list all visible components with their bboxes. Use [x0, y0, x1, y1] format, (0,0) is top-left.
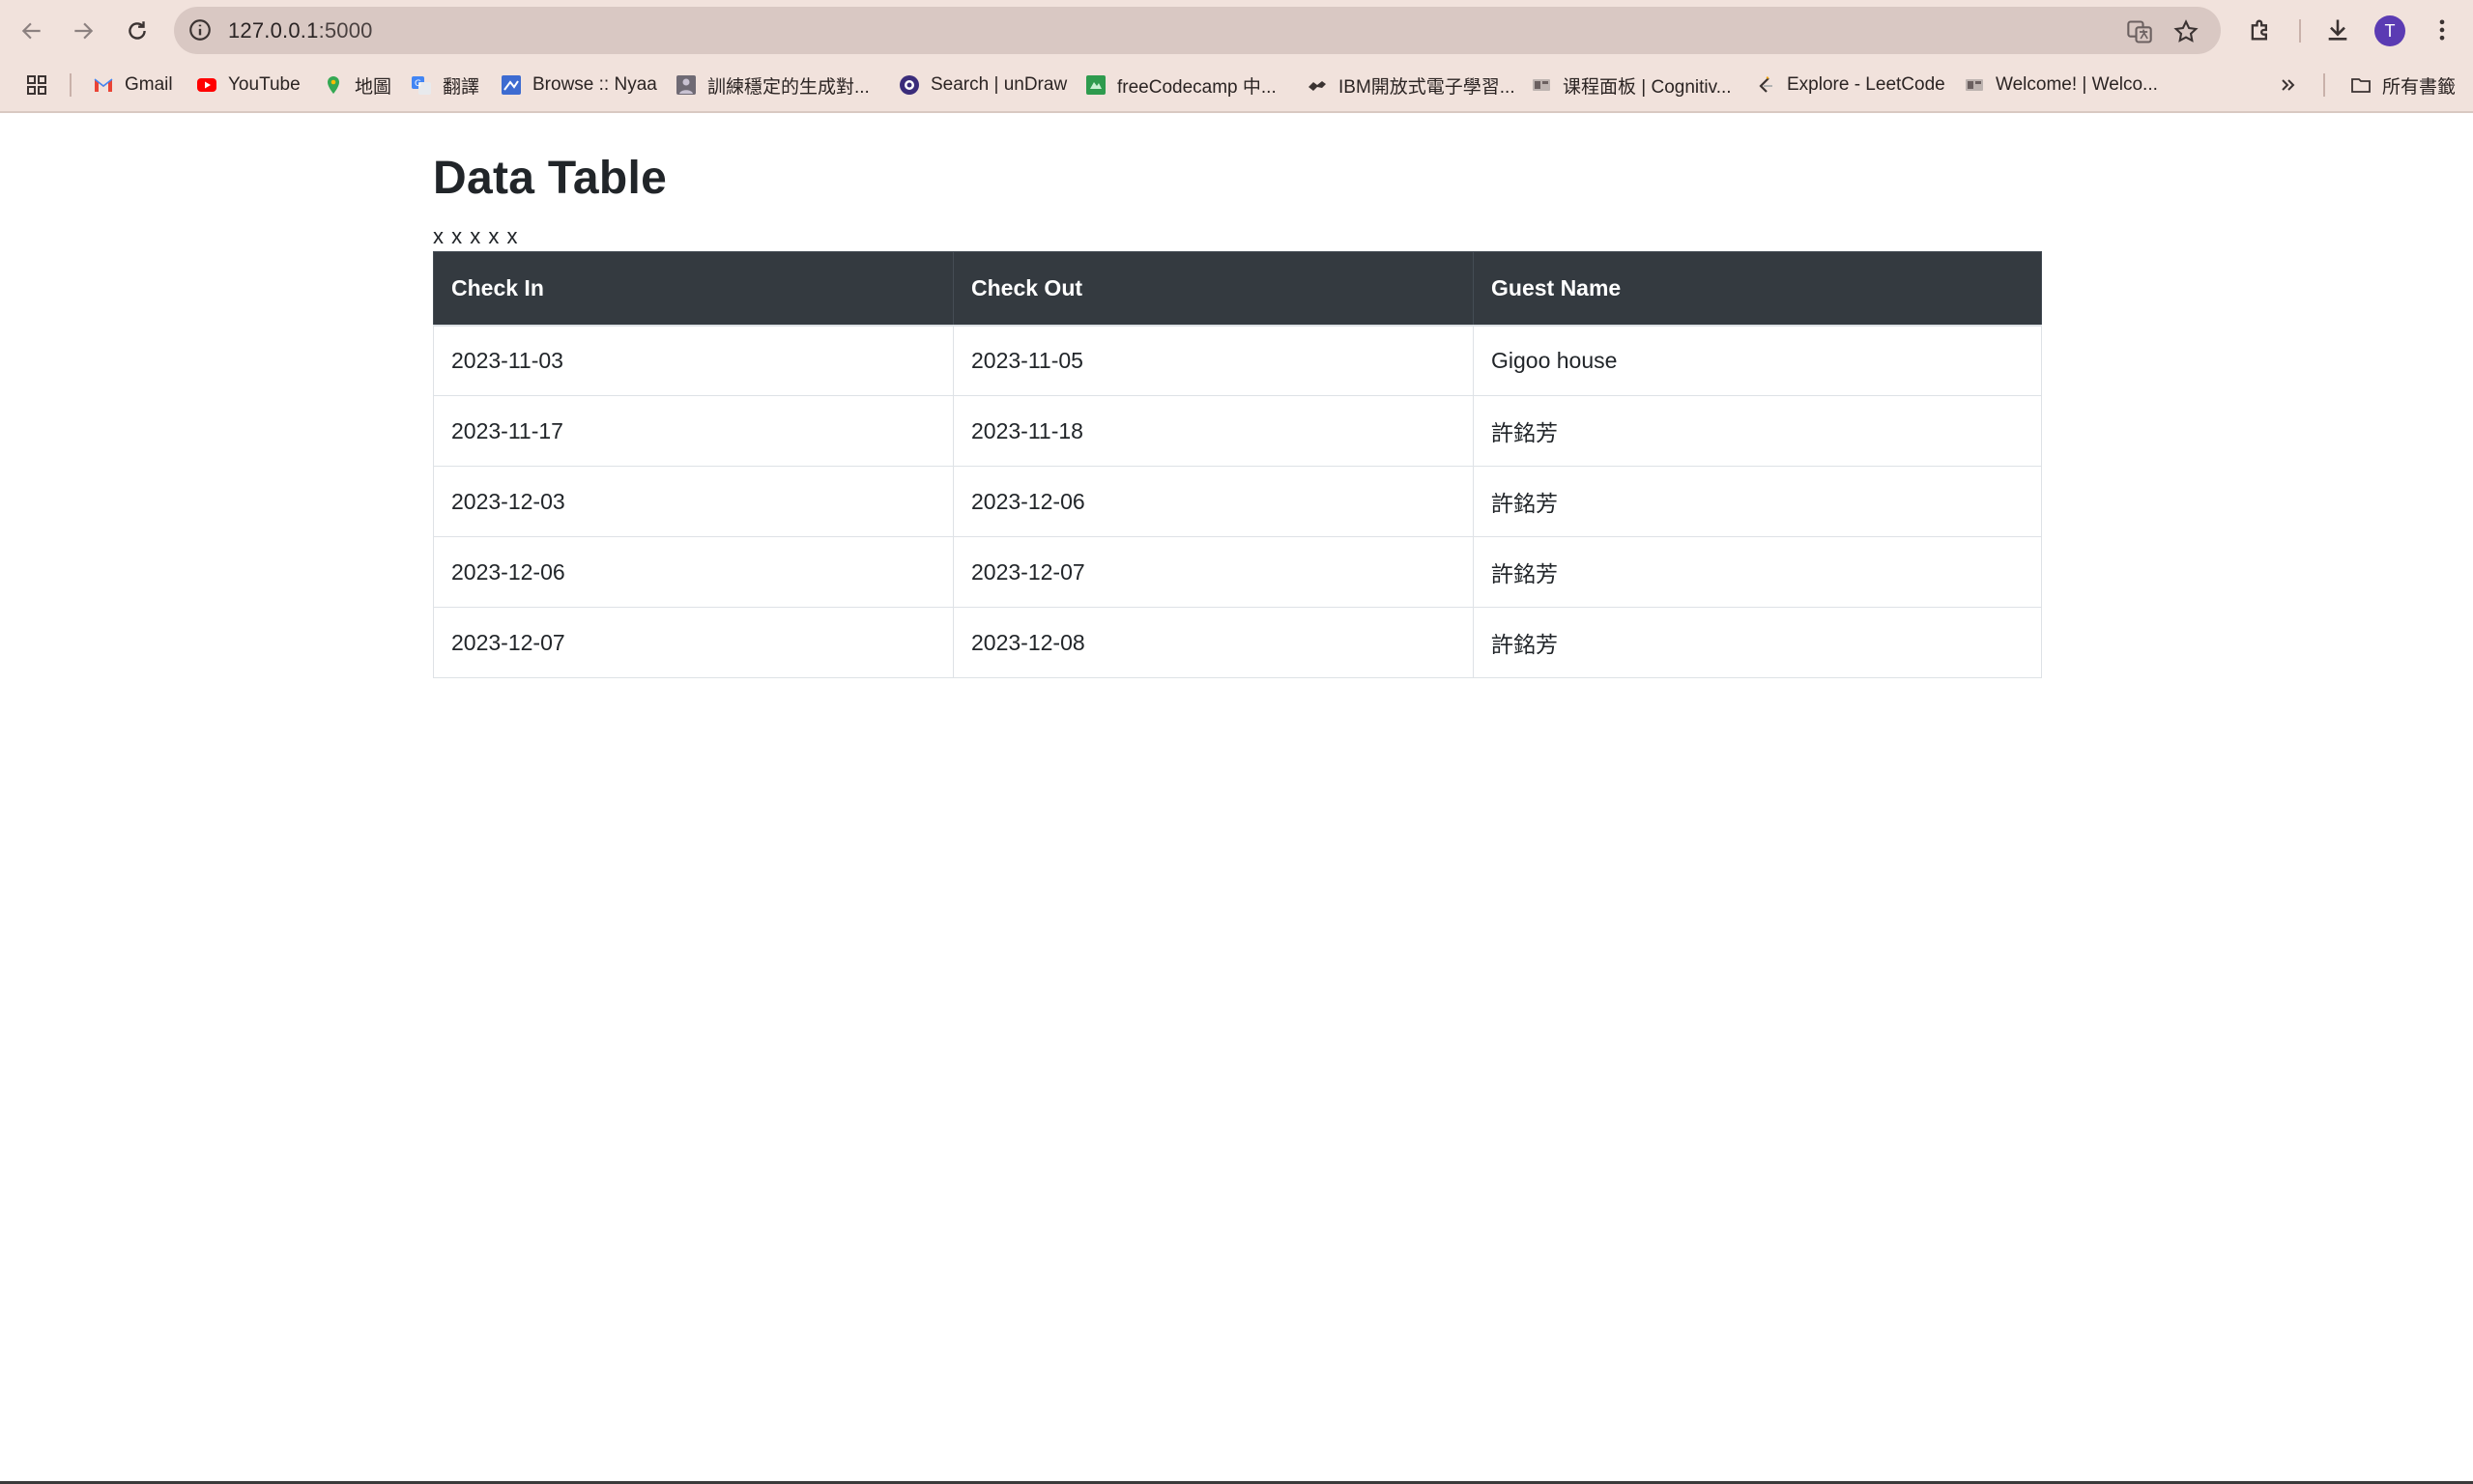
- kebab-menu-icon: [2439, 19, 2445, 41]
- cell-check-in: 2023-11-17: [433, 395, 954, 467]
- cell-guest-name: Gigoo house: [1473, 325, 2042, 396]
- cell-check-out: 2023-12-07: [953, 536, 1474, 608]
- table-header-row: Check In Check Out Guest Name: [433, 251, 2042, 326]
- freecodecamp-icon: [1085, 74, 1107, 96]
- reload-icon: [129, 21, 146, 40]
- bookmark-label: freeCodecamp 中...: [1117, 76, 1277, 98]
- url-text[interactable]: 127.0.0.1:5000: [228, 7, 373, 54]
- cognitive-icon: [1531, 74, 1552, 96]
- forward-arrow-icon: [74, 22, 94, 40]
- table-row: 2023-12-06 2023-12-07 許銘芳: [433, 536, 2042, 608]
- url-port: :5000: [318, 18, 373, 43]
- reload-button[interactable]: [118, 12, 157, 50]
- bookmark-label: Explore - LeetCode: [1787, 74, 1945, 95]
- table-row: 2023-12-03 2023-12-06 許銘芳: [433, 466, 2042, 537]
- profile-avatar[interactable]: T: [2374, 15, 2405, 46]
- bookmark-welcome[interactable]: Welcome! | Welco...: [1964, 66, 2158, 104]
- bookmark-cognitive[interactable]: 课程面板 | Cognitiv...: [1531, 66, 1732, 104]
- article-icon: [676, 74, 697, 96]
- bookmark-leetcode[interactable]: Explore - LeetCode: [1755, 66, 1945, 104]
- bookmark-label: Search | unDraw: [931, 74, 1068, 95]
- nyaa-icon: [501, 74, 522, 96]
- bookmark-label: IBM開放式電子學習...: [1338, 76, 1515, 98]
- bookmark-article[interactable]: 訓練穩定的生成對...: [676, 66, 870, 104]
- cell-check-in: 2023-11-03: [433, 325, 954, 396]
- cell-check-in: 2023-12-06: [433, 536, 954, 608]
- cell-check-out: 2023-11-18: [953, 395, 1474, 467]
- table-row: 2023-12-07 2023-12-08 許銘芳: [433, 607, 2042, 678]
- bookmark-translate[interactable]: G 翻譯: [411, 66, 479, 104]
- bookmark-gmail[interactable]: Gmail: [93, 66, 173, 104]
- table-row: 2023-11-03 2023-11-05 Gigoo house: [433, 325, 2042, 396]
- puzzle-icon: [2251, 19, 2267, 41]
- ibm-icon: [1307, 74, 1328, 96]
- gmail-icon: [93, 74, 114, 96]
- menu-button[interactable]: [2427, 14, 2458, 45]
- bookmark-label: 地圖: [355, 76, 392, 98]
- cell-check-out: 2023-12-06: [953, 466, 1474, 537]
- svg-text:G: G: [415, 79, 421, 89]
- cell-check-in: 2023-12-03: [433, 466, 954, 537]
- all-bookmarks-button[interactable]: 所有書籤: [2350, 66, 2456, 104]
- column-header-guest-name: Guest Name: [1473, 251, 2042, 326]
- table-row: 2023-11-17 2023-11-18 許銘芳: [433, 395, 2042, 467]
- bookmark-undraw[interactable]: Search | unDraw: [899, 66, 1067, 104]
- cell-check-out: 2023-12-08: [953, 607, 1474, 678]
- maps-icon: [323, 74, 344, 96]
- bookmark-label: 课程面板 | Cognitiv...: [1563, 76, 1732, 98]
- bookmark-label: 訓練穩定的生成對...: [707, 76, 870, 98]
- bookmarks-separator: [70, 73, 72, 97]
- cell-check-in: 2023-12-07: [433, 607, 954, 678]
- leetcode-icon: [1755, 74, 1776, 96]
- apps-button[interactable]: [26, 66, 47, 104]
- cell-guest-name: 許銘芳: [1473, 466, 2042, 537]
- bookmark-freecodecamp[interactable]: freeCodecamp 中...: [1085, 66, 1277, 104]
- cell-guest-name: 許銘芳: [1473, 607, 2042, 678]
- address-bar[interactable]: 127.0.0.1:5000: [174, 7, 2221, 54]
- folder-icon: [2350, 74, 2372, 96]
- browser-chrome: 127.0.0.1:5000 T Gmail YouTube 地圖 G 翻譯 B…: [0, 0, 2473, 113]
- cell-guest-name: 許銘芳: [1473, 536, 2042, 608]
- bookmark-label: Welcome! | Welco...: [1996, 74, 2158, 95]
- bookmark-label: Browse :: Nyaa: [532, 74, 657, 95]
- bookmark-nyaa[interactable]: Browse :: Nyaa: [501, 66, 657, 104]
- welcome-icon: [1964, 74, 1985, 96]
- download-icon: [2328, 19, 2347, 41]
- column-header-check-in: Check In: [433, 251, 954, 326]
- bookmark-label: YouTube: [228, 74, 301, 95]
- bookmark-label: 翻譯: [443, 76, 480, 98]
- url-host: 127.0.0.1: [228, 18, 319, 43]
- translate-icon: G: [411, 74, 432, 96]
- extensions-button[interactable]: [2245, 14, 2276, 45]
- undraw-icon: [899, 74, 920, 96]
- bookmark-label: Gmail: [125, 74, 173, 95]
- placeholder-text: x x x x x: [433, 224, 519, 248]
- page-title: Data Table: [433, 153, 668, 204]
- cell-guest-name: 許銘芳: [1473, 395, 2042, 467]
- downloads-button[interactable]: [2322, 14, 2353, 45]
- youtube-icon: [196, 74, 217, 96]
- chevron-double-right-icon: [2282, 79, 2295, 91]
- column-header-check-out: Check Out: [953, 251, 1474, 326]
- bookmarks-bar: Gmail YouTube 地圖 G 翻譯 Browse :: Nyaa 訓練穩…: [0, 66, 2473, 104]
- site-info-icon[interactable]: [187, 17, 213, 43]
- back-button[interactable]: [13, 12, 51, 50]
- bookmarks-overflow-button[interactable]: [2278, 66, 2299, 104]
- bookmark-ibm[interactable]: IBM開放式電子學習...: [1307, 66, 1515, 104]
- bookmark-star-icon[interactable]: [2172, 18, 2200, 45]
- cell-check-out: 2023-11-05: [953, 325, 1474, 396]
- bookmarks-separator-right: [2323, 73, 2325, 97]
- translate-page-icon[interactable]: [2126, 18, 2153, 45]
- data-table: Check In Check Out Guest Name 2023-11-03…: [433, 251, 2042, 678]
- back-arrow-icon: [21, 22, 41, 40]
- bookmark-youtube[interactable]: YouTube: [196, 66, 301, 104]
- apps-grid-icon: [27, 75, 46, 95]
- all-bookmarks-label: 所有書籤: [2382, 76, 2457, 98]
- bookmark-maps[interactable]: 地圖: [323, 66, 391, 104]
- toolbar-separator: [2299, 19, 2301, 43]
- forward-button[interactable]: [64, 12, 102, 50]
